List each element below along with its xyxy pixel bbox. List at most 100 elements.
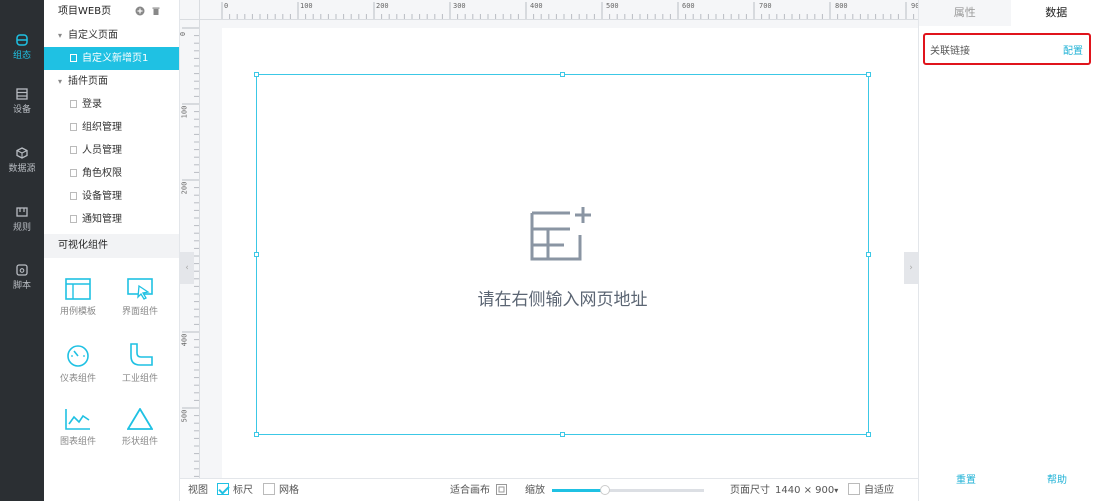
resize-handle[interactable] (866, 252, 871, 257)
fit-canvas-label: 适合画布 (450, 485, 490, 496)
page-icon (70, 169, 77, 177)
zoom-slider-knob[interactable] (600, 485, 610, 495)
tree-group-plugin[interactable]: ▾插件页面 (44, 70, 179, 93)
nav-item-device[interactable]: 设备 (0, 88, 44, 115)
ruler-label: 400 (530, 2, 543, 10)
component-industrial[interactable]: 工业组件 (110, 343, 170, 384)
nav-item-datasource[interactable]: 数据源 (0, 147, 44, 174)
tab-properties[interactable]: 属性 (919, 0, 1011, 26)
grid-checkbox[interactable] (263, 483, 275, 495)
page-icon (70, 54, 77, 62)
config-link[interactable]: 配置 (1063, 42, 1083, 57)
group-label: 自定义页面 (68, 30, 118, 41)
tree-item-label: 通知管理 (82, 214, 122, 225)
group-label: 插件页面 (68, 76, 108, 87)
nav-item-rules[interactable]: 规则 (0, 206, 44, 233)
ruler-label: 0 (180, 32, 187, 36)
template-icon (65, 278, 91, 300)
resize-handle[interactable] (866, 72, 871, 77)
collapse-left-button[interactable]: ‹ (180, 252, 194, 284)
component-chart[interactable]: 图表组件 (48, 408, 108, 447)
main-nav: 组态 设备 数据源 规则 脚本 (0, 0, 44, 501)
ruler-label: 700 (759, 2, 772, 10)
tree-item-label: 自定义新增页1 (82, 53, 148, 64)
ui-cursor-icon (127, 278, 153, 300)
ruler-checkbox[interactable] (217, 483, 229, 495)
nav-label: 组态 (13, 51, 31, 61)
ruler-label: 200 (376, 2, 389, 10)
project-title: 项目WEB页 (58, 6, 111, 17)
zoom-label: 缩放 (525, 479, 545, 502)
tree-item-devices[interactable]: 设备管理 (44, 185, 179, 208)
component-label: 图表组件 (60, 437, 96, 447)
tree-item-people[interactable]: 人员管理 (44, 139, 179, 162)
tree-item-login[interactable]: 登录 (44, 93, 179, 116)
tree-item-label: 人员管理 (82, 145, 122, 156)
tree-item-roles[interactable]: 角色权限 (44, 162, 179, 185)
resize-handle[interactable] (560, 432, 565, 437)
ruler-vertical: 0 100 200 400 500 (180, 20, 200, 478)
tab-data[interactable]: 数据 (1011, 0, 1102, 26)
ruler-toggle[interactable]: 标尺 (217, 479, 253, 502)
tree-item-org[interactable]: 组织管理 (44, 116, 179, 139)
nav-label: 规则 (13, 223, 31, 233)
reset-button[interactable]: 重置 (956, 471, 976, 486)
trash-icon[interactable] (151, 6, 161, 16)
component-template[interactable]: 用例模板 (48, 278, 108, 317)
gauge-icon (65, 343, 91, 367)
nav-item-configuration[interactable]: 组态 (0, 34, 44, 61)
resize-handle[interactable] (254, 432, 259, 437)
ruler-label: 300 (453, 2, 466, 10)
ruler-label: 100 (180, 106, 188, 119)
cube-icon (16, 147, 28, 159)
resize-handle[interactable] (866, 432, 871, 437)
zoom-slider[interactable] (552, 489, 704, 492)
grid-toggle[interactable]: 网格 (263, 479, 299, 502)
component-label: 仪表组件 (60, 374, 96, 384)
pipe-icon (127, 343, 153, 367)
ruler-label: 200 (180, 182, 188, 195)
caret-down-icon: ▾ (58, 24, 68, 47)
link-config-row: 关联链接 配置 (923, 33, 1091, 65)
link-label: 关联链接 (930, 42, 970, 57)
nav-label: 脚本 (13, 281, 31, 291)
component-gauge[interactable]: 仪表组件 (48, 343, 108, 384)
canvas-toolbar: 视图 标尺 网格 适合画布 缩放 页面尺寸 1440 × 900▾ 自适应 (180, 478, 918, 501)
help-button[interactable]: 帮助 (1047, 471, 1067, 486)
adaptive-checkbox[interactable] (848, 483, 860, 495)
component-label: 界面组件 (122, 307, 158, 317)
page-icon (70, 192, 77, 200)
components-section-title: 可视化组件 (44, 234, 179, 258)
resize-handle[interactable] (560, 72, 565, 77)
panel-tabs: 属性 数据 (919, 0, 1102, 26)
tree-group-custom[interactable]: ▾自定义页面 (44, 24, 179, 47)
component-label: 工业组件 (122, 374, 158, 384)
nav-item-script[interactable]: 脚本 (0, 264, 44, 291)
adaptive-toggle[interactable]: 自适应 (848, 479, 894, 502)
project-header: 项目WEB页 (44, 0, 179, 24)
component-label: 形状组件 (122, 437, 158, 447)
fit-canvas-button[interactable]: 适合画布 (450, 479, 507, 502)
tree-item-label: 组织管理 (82, 122, 122, 133)
ruler-corner (180, 0, 200, 20)
nav-label: 设备 (13, 105, 31, 115)
ruler-horizontal: 0 100 200 300 400 500 600 700 800 90 (200, 0, 918, 20)
collapse-right-button[interactable]: › (904, 252, 918, 284)
add-circle-icon[interactable] (135, 6, 145, 16)
ruler-label: 400 (180, 334, 188, 347)
tree-item-label: 登录 (82, 99, 102, 110)
resize-handle[interactable] (254, 72, 259, 77)
ruler-label: 500 (606, 2, 619, 10)
page-tree-panel: 项目WEB页 ▾自定义页面 自定义新增页1 ▾插件页面 登录 组织管理 人员管理… (44, 0, 180, 501)
tree-item-notify[interactable]: 通知管理 (44, 208, 179, 231)
grid-toggle-label: 网格 (279, 485, 299, 496)
component-ui[interactable]: 界面组件 (110, 278, 170, 317)
webpage-component-frame[interactable]: 请在右侧输入网页地址 (256, 74, 869, 435)
adaptive-toggle-label: 自适应 (864, 485, 894, 496)
ruler-label: 800 (835, 2, 848, 10)
script-icon (16, 264, 28, 276)
tree-item-custom-page-1[interactable]: 自定义新增页1 (44, 47, 179, 70)
resize-handle[interactable] (254, 252, 259, 257)
component-shape[interactable]: 形状组件 (110, 408, 170, 447)
page-size-select[interactable]: 1440 × 900▾ (775, 479, 838, 502)
